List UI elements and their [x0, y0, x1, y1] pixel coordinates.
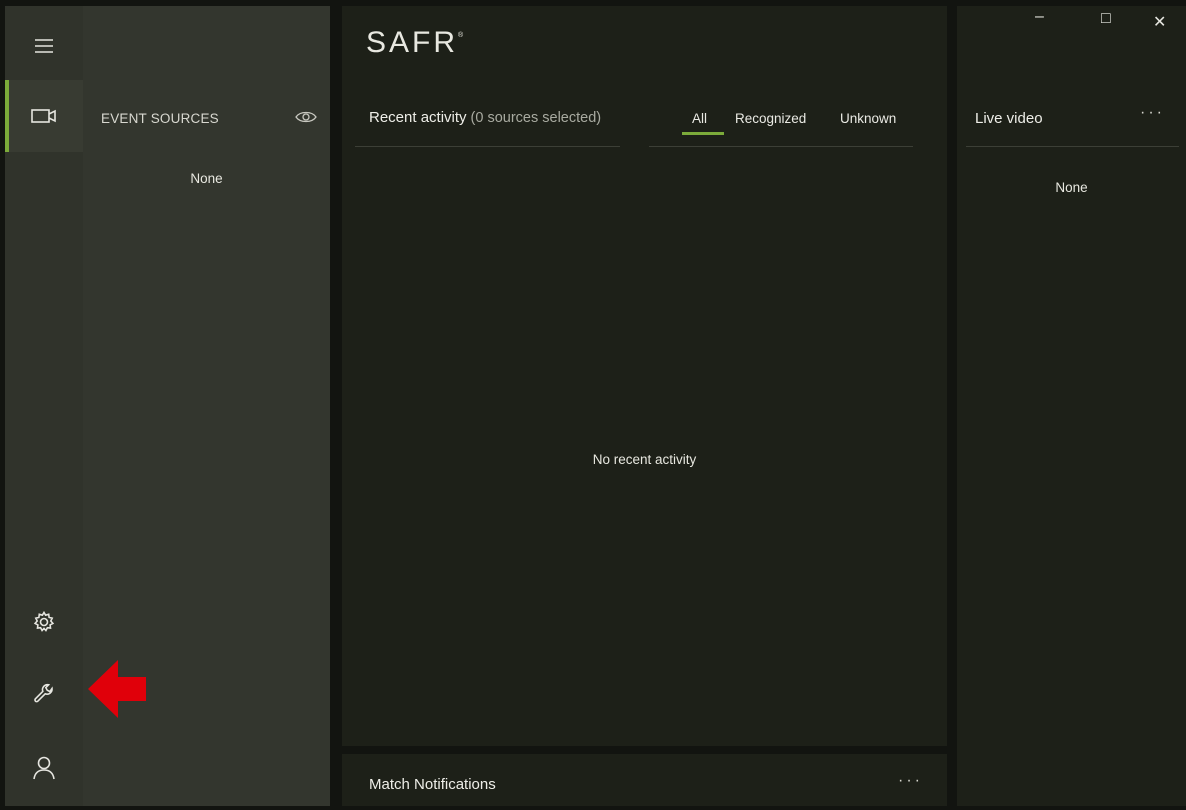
- wrench-icon: [34, 683, 53, 703]
- hamburger-menu-button[interactable]: [5, 10, 83, 82]
- tab-all[interactable]: All: [692, 111, 707, 126]
- close-button[interactable]: ✕: [1153, 12, 1166, 32]
- match-notifications-panel: Match Notifications ···: [342, 754, 947, 806]
- no-activity-message: No recent activity: [592, 452, 697, 467]
- recent-activity-label: Recent activity: [369, 109, 467, 126]
- recent-activity-panel: SAFR® Recent activity (0 sources selected…: [342, 6, 947, 746]
- live-video-panel: Live video ··· None: [957, 6, 1186, 806]
- event-sources-title: EVENT SOURCES: [101, 111, 219, 126]
- nav-rail: [5, 6, 83, 806]
- match-notifications-more-button[interactable]: ···: [898, 772, 923, 790]
- tab-selected-indicator: [682, 132, 724, 135]
- gear-icon: [33, 610, 55, 632]
- event-sources-empty-text: None: [190, 171, 223, 186]
- red-arrow-annotation-icon: [88, 658, 148, 725]
- recent-activity-title: Recent activity (0 sources selected): [369, 109, 601, 126]
- sidebar-item-account[interactable]: [5, 732, 83, 804]
- divider: [355, 146, 620, 147]
- hamburger-icon: [35, 39, 53, 53]
- eye-icon[interactable]: [294, 110, 318, 129]
- match-notifications-title: Match Notifications: [369, 776, 496, 793]
- logo-text: SAFR: [366, 26, 459, 59]
- live-video-empty-text: None: [1055, 180, 1088, 195]
- sidebar-item-event-sources[interactable]: [5, 80, 83, 152]
- divider: [966, 146, 1179, 147]
- live-video-title: Live video: [975, 110, 1043, 127]
- sources-selected-count: (0 sources selected): [470, 110, 602, 126]
- tab-recognized[interactable]: Recognized: [735, 111, 806, 126]
- maximize-button[interactable]: □: [1101, 10, 1111, 28]
- tab-unknown[interactable]: Unknown: [840, 111, 896, 126]
- safr-logo: SAFR®: [366, 26, 463, 60]
- video-camera-icon: [31, 109, 56, 123]
- sidebar-item-tools[interactable]: [5, 658, 83, 730]
- live-video-more-button[interactable]: ···: [1140, 104, 1165, 122]
- logo-mark: ®: [458, 32, 464, 39]
- sidebar-item-settings[interactable]: [5, 586, 83, 658]
- user-icon: [33, 756, 55, 780]
- divider: [649, 146, 913, 147]
- minimize-button[interactable]: –: [1035, 8, 1044, 26]
